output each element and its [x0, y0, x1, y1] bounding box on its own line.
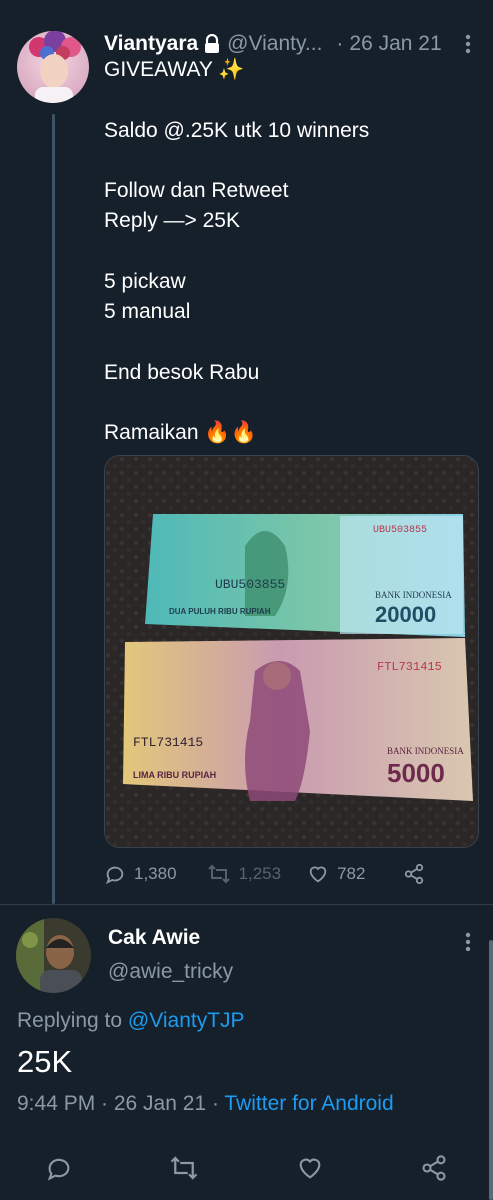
more-options-icon[interactable]: [465, 33, 471, 55]
separator-dot: ·: [336, 32, 344, 55]
banknote-5000: FTL731415 FTL731415 BANK INDONESIA 5000 …: [123, 638, 473, 801]
author-name[interactable]: Viantyara: [104, 32, 198, 56]
heart-icon[interactable]: [296, 1154, 324, 1182]
replying-to: Replying to @ViantyTJP: [17, 1009, 245, 1033]
heart-icon: [307, 863, 329, 885]
like-button[interactable]: 782: [307, 863, 365, 885]
tweet-date[interactable]: 26 Jan 21: [349, 32, 441, 56]
denomination-words-5000: LIMA RIBU RUPIAH: [133, 770, 216, 780]
reply-icon[interactable]: [45, 1154, 73, 1182]
reply-actions: [45, 1152, 448, 1184]
scrollbar[interactable]: [489, 940, 493, 1200]
tweet-text-line: End besok Rabu: [104, 361, 260, 384]
reply-count: 1,380: [134, 864, 177, 883]
thread-connector-line: [52, 114, 55, 904]
tweet-actions: 1,380 1,253 782: [104, 858, 433, 890]
replying-to-label: Replying to: [17, 1009, 128, 1032]
tweet-text-line: 5 pickaw: [104, 270, 186, 293]
retweet-icon[interactable]: [169, 1154, 199, 1182]
reply-timestamp: 9:44 PM · 26 Jan 21 ·: [17, 1092, 225, 1115]
retweet-count: 1,253: [238, 864, 282, 883]
tweet-text-line: Reply —> 25K: [104, 209, 240, 232]
retweet-icon: [207, 863, 231, 885]
divider: [0, 904, 493, 905]
banknote-20000: UBU503855 UBU503855 BANK INDONESIA 20000…: [145, 514, 465, 637]
reply-button[interactable]: 1,380: [104, 863, 177, 885]
avatar[interactable]: [16, 918, 91, 993]
serial-number-5000: FTL731415: [133, 735, 203, 750]
avatar[interactable]: [17, 31, 89, 103]
more-options-icon[interactable]: [465, 931, 471, 953]
bank-name-5000: BANK INDONESIA: [387, 746, 464, 756]
retweet-button[interactable]: 1,253: [207, 863, 282, 885]
share-icon[interactable]: [420, 1154, 448, 1182]
reply-source-link[interactable]: Twitter for Android: [224, 1092, 393, 1115]
denomination-words-20000: DUA PULUH RIBU RUPIAH: [169, 607, 271, 616]
serial-number-20000-top: UBU503855: [373, 525, 427, 536]
tweet-text-line: Saldo @.25K utk 10 winners: [104, 119, 370, 142]
author-handle[interactable]: @Vianty...: [227, 32, 322, 56]
tweet-media-image[interactable]: UBU503855 UBU503855 BANK INDONESIA 20000…: [104, 455, 479, 848]
tweet-text-line: Ramaikan 🔥🔥: [104, 421, 257, 444]
share-icon: [403, 863, 425, 885]
bank-name-20000: BANK INDONESIA: [375, 590, 452, 600]
serial-number-5000-top: FTL731415: [377, 660, 442, 674]
reply-icon: [104, 863, 126, 885]
tweet-text-line: Follow dan Retweet: [104, 179, 289, 202]
lock-icon: [203, 34, 221, 54]
reply-author-name[interactable]: Cak Awie: [108, 926, 200, 950]
replying-to-link[interactable]: @ViantyTJP: [128, 1009, 245, 1032]
reply-meta: 9:44 PM · 26 Jan 21 · Twitter for Androi…: [17, 1092, 394, 1116]
reply-author-handle[interactable]: @awie_tricky: [108, 960, 233, 984]
like-count: 782: [337, 864, 366, 883]
share-button[interactable]: [403, 863, 425, 885]
tweet-text-line: GIVEAWAY ✨: [104, 58, 245, 81]
denomination-5000: 5000: [387, 758, 445, 788]
tweet-header: Viantyara @Vianty... · 26 Jan 21: [104, 30, 473, 58]
tweet-text-line: 5 manual: [104, 300, 191, 323]
denomination-20000: 20000: [375, 602, 436, 627]
reply-text: 25K: [17, 1044, 73, 1079]
serial-number-20000: UBU503855: [215, 577, 285, 592]
